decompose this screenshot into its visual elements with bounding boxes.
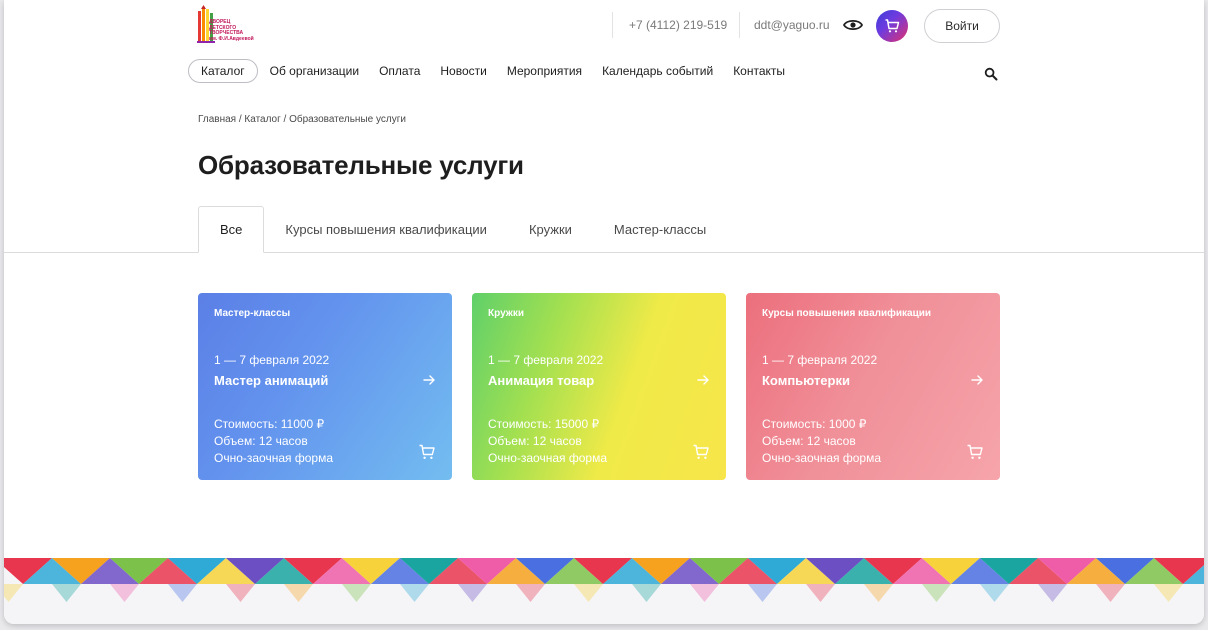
card-title[interactable]: Мастер анимаций	[214, 373, 328, 388]
card-volume: Объем: 12 часов	[488, 434, 582, 448]
arrow-right-icon[interactable]	[696, 373, 710, 387]
header-cart-button[interactable]	[876, 10, 908, 42]
breadcrumb[interactable]: Главная / Каталог / Образовательные услу…	[198, 114, 406, 125]
search-button[interactable]	[984, 67, 998, 81]
accessibility-eye-button[interactable]	[842, 15, 864, 35]
card-category: Мастер-классы	[214, 308, 291, 319]
search-icon	[984, 67, 998, 81]
card-price: Стоимость: 1000 ₽	[762, 417, 867, 431]
service-card[interactable]: Курсы повышения квалификации 1 — 7 февра…	[746, 293, 1000, 480]
card-title[interactable]: Анимация товар	[488, 373, 594, 388]
service-card[interactable]: Кружки 1 — 7 февраля 2022 Анимация товар…	[472, 293, 726, 480]
logo-text: ДВОРЕЦ ДЕТСКОГО ТВОРЧЕСТВА им. Ф.И.Авдее…	[209, 19, 254, 42]
header-divider	[739, 12, 740, 38]
login-button[interactable]: Войти	[924, 9, 1000, 43]
tab-masterclasses[interactable]: Мастер-классы	[593, 206, 727, 253]
arrow-right-icon[interactable]	[422, 373, 436, 387]
category-tabs: Все Курсы повышения квалификации Кружки …	[198, 206, 727, 253]
card-details: Стоимость: 11000 ₽ Объем: 12 часов Очно-…	[214, 416, 333, 467]
card-form: Очно-заочная форма	[488, 451, 607, 465]
main-nav: Каталог Об организации Оплата Новости Ме…	[188, 59, 805, 83]
eye-icon	[842, 19, 864, 31]
page-title: Образовательные услуги	[198, 150, 524, 180]
email-link[interactable]: ddt@yaguo.ru	[754, 18, 830, 32]
footer-decorative-band	[4, 558, 1204, 624]
tab-all[interactable]: Все	[198, 206, 265, 253]
nav-item-news[interactable]: Новости	[440, 64, 486, 78]
nav-item-about[interactable]: Об организации	[270, 64, 359, 78]
card-price: Стоимость: 15000 ₽	[488, 417, 600, 431]
card-volume: Объем: 12 часов	[214, 434, 308, 448]
card-category: Курсы повышения квалификации	[762, 308, 932, 319]
card-form: Очно-заочная форма	[762, 451, 881, 465]
logo[interactable]: ДВОРЕЦ ДЕТСКОГО ТВОРЧЕСТВА им. Ф.И.Авдее…	[196, 5, 254, 47]
nav-item-catalog[interactable]: Каталог	[188, 59, 258, 83]
cart-icon	[885, 19, 900, 33]
card-price: Стоимость: 11000 ₽	[214, 417, 325, 431]
tab-qualification-courses[interactable]: Курсы повышения квалификации	[264, 206, 508, 253]
card-details: Стоимость: 1000 ₽ Объем: 12 часов Очно-з…	[762, 416, 881, 467]
arrow-right-icon[interactable]	[970, 373, 984, 387]
card-category: Кружки	[488, 308, 525, 319]
logo-line: им. Ф.И.Авдеевой	[209, 35, 254, 42]
add-to-cart-icon[interactable]	[418, 443, 436, 461]
header-divider	[612, 12, 613, 38]
card-form: Очно-заочная форма	[214, 451, 333, 465]
nav-item-contacts[interactable]: Контакты	[733, 64, 785, 78]
card-title[interactable]: Компьютерки	[762, 373, 850, 388]
browser-window: ДВОРЕЦ ДЕТСКОГО ТВОРЧЕСТВА им. Ф.И.Авдее…	[4, 0, 1204, 624]
service-card[interactable]: Мастер-классы 1 — 7 февраля 2022 Мастер …	[198, 293, 452, 480]
card-date: 1 — 7 февраля 2022	[762, 353, 878, 367]
nav-item-payment[interactable]: Оплата	[379, 64, 420, 78]
card-details: Стоимость: 15000 ₽ Объем: 12 часов Очно-…	[488, 416, 607, 467]
card-date: 1 — 7 февраля 2022	[214, 353, 330, 367]
add-to-cart-icon[interactable]	[966, 443, 984, 461]
card-volume: Объем: 12 часов	[762, 434, 856, 448]
nav-item-calendar[interactable]: Календарь событий	[602, 64, 713, 78]
phone-link[interactable]: +7 (4112) 219-519	[629, 18, 727, 32]
add-to-cart-icon[interactable]	[692, 443, 710, 461]
card-date: 1 — 7 февраля 2022	[488, 353, 604, 367]
tab-clubs[interactable]: Кружки	[508, 206, 593, 253]
nav-item-events[interactable]: Мероприятия	[507, 64, 582, 78]
